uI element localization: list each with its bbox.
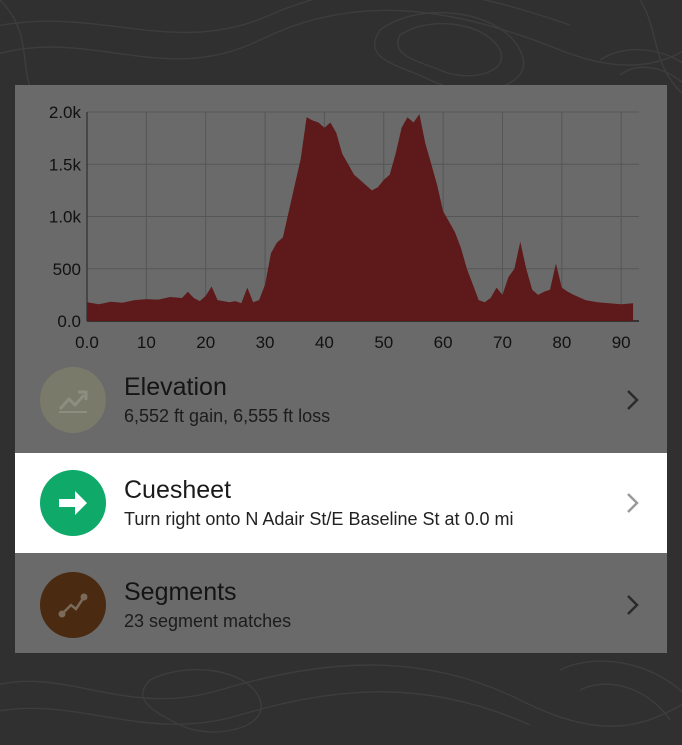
elevation-badge	[40, 367, 106, 433]
cuesheet-title: Cuesheet	[124, 476, 232, 504]
elevation-title: Elevation	[124, 373, 227, 401]
chevron-right-icon	[627, 595, 639, 615]
y-tick-label: 0.0	[57, 312, 81, 331]
chevron-right-icon	[627, 493, 639, 513]
segments-title: Segments	[124, 578, 237, 606]
y-tick-label: 500	[53, 260, 81, 279]
elevation-profile-area	[87, 114, 634, 321]
elevation-row[interactable]: Elevation 6,552 ft gain, 6,555 ft loss	[15, 350, 667, 450]
segments-row[interactable]: Segments 23 segment matches	[15, 555, 667, 653]
segments-badge	[40, 572, 106, 638]
chevron-right-icon	[627, 390, 639, 410]
elevation-chart[interactable]: 0.05001.0k1.5k2.0k0.0 10 20 30 40 50 60 70 80 90	[15, 85, 667, 355]
y-tick-label: 2.0k	[49, 103, 82, 122]
y-tick-label: 1.5k	[49, 155, 82, 174]
segments-subtitle: 23 segment matches	[124, 611, 292, 631]
trending-up-icon	[58, 390, 88, 413]
y-tick-label: 1.0k	[49, 208, 82, 227]
route-detail-card: 0.0 500 1.0k 1.5k 2.0k 0.0 10 20 30 40 50 60 70 80 90 …	[15, 85, 667, 653]
cuesheet-subtitle: Turn right onto N Adair St/E Baseline St…	[124, 509, 514, 529]
segment-route-icon	[58, 593, 88, 618]
arrow-right-icon	[59, 491, 87, 515]
cuesheet-row[interactable]: Cuesheet Turn right onto N Adair St/E Ba…	[15, 453, 667, 553]
elevation-subtitle: 6,552 ft gain, 6,555 ft loss	[124, 406, 331, 426]
cuesheet-badge	[40, 470, 106, 536]
